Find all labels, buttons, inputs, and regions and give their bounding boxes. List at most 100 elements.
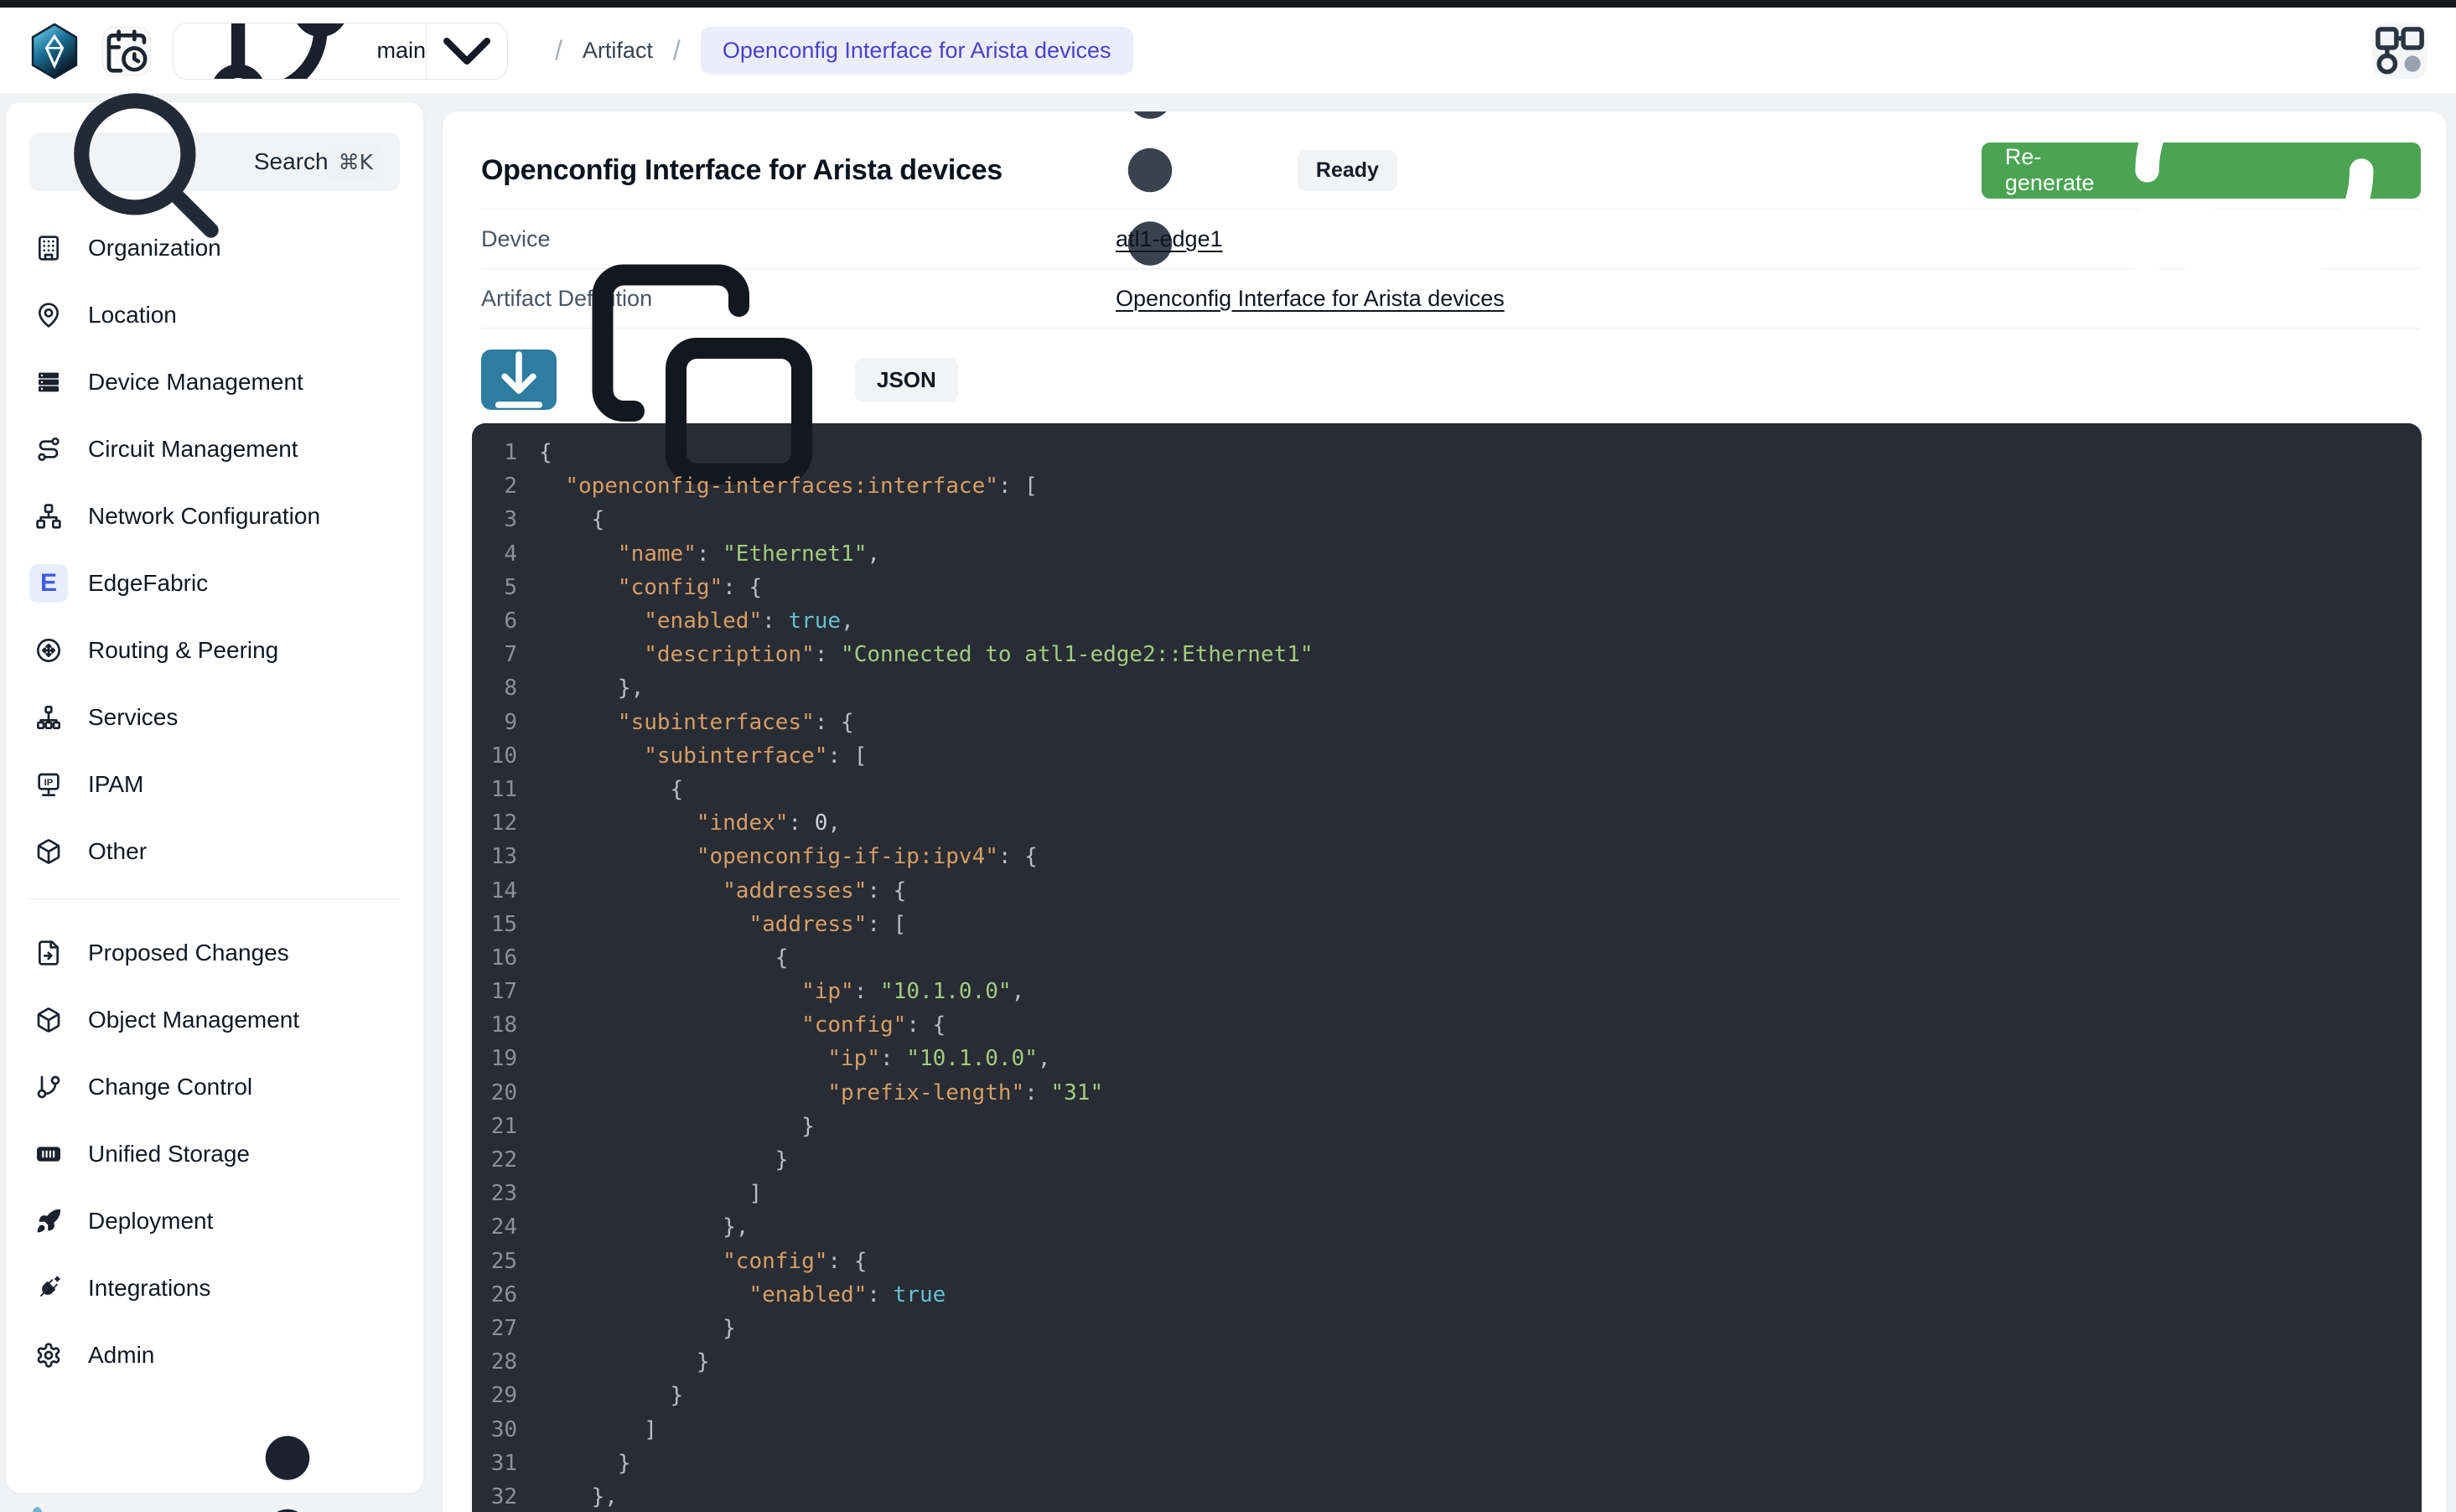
- sidebar-item-unified-storage[interactable]: Unified Storage: [19, 1121, 410, 1188]
- chevron-down-icon: [427, 23, 507, 80]
- title-kebab-button[interactable]: [1024, 111, 1276, 296]
- field-value-link[interactable]: atl1-edge1: [1116, 226, 1223, 252]
- code-text: "enabled": true,: [539, 608, 854, 634]
- breadcrumb-item-artifact[interactable]: Artifact: [583, 38, 653, 64]
- code-line: 3 {: [472, 503, 2422, 536]
- sidebar-item-label: Network Configuration: [88, 503, 320, 530]
- line-number: 25: [472, 1249, 539, 1274]
- server-icon: [29, 363, 68, 401]
- avatar: A: [29, 1507, 45, 1512]
- breadcrumb-item-current[interactable]: Openconfig Interface for Arista devices: [701, 27, 1133, 75]
- regenerate-button[interactable]: Re-generate: [1982, 142, 2421, 199]
- code-line: 8 },: [472, 671, 2422, 705]
- sidebar-item-services[interactable]: Services: [19, 684, 410, 751]
- code-line: 12 "index": 0,: [472, 806, 2422, 840]
- code-line: 22 }: [472, 1143, 2422, 1177]
- code-line: 9 "subinterfaces": {: [472, 706, 2422, 739]
- code-line: 29 }: [472, 1379, 2422, 1412]
- code-text: "address": [: [539, 912, 906, 937]
- sidebar-item-label: Location: [88, 302, 177, 329]
- box-icon: [29, 832, 68, 871]
- field-value-link[interactable]: Openconfig Interface for Arista devices: [1116, 286, 1505, 312]
- line-number: 18: [472, 1012, 539, 1038]
- sidebar-item-device-management[interactable]: Device Management: [19, 349, 410, 416]
- sidebar-item-edgefabric[interactable]: EEdgeFabric: [19, 550, 410, 617]
- line-number: 29: [472, 1383, 539, 1408]
- sidebar-item-change-control[interactable]: Change Control: [19, 1054, 410, 1121]
- code-line: 31 }: [472, 1447, 2422, 1480]
- line-number: 23: [472, 1181, 539, 1206]
- window-top-strip: [0, 0, 2456, 8]
- code-line: 23 ]: [472, 1177, 2422, 1210]
- refresh-icon: [2111, 111, 2397, 313]
- code-line: 4 "name": "Ethernet1",: [472, 537, 2422, 571]
- code-text: {: [539, 440, 552, 465]
- format-badge: JSON: [855, 358, 958, 402]
- code-text: {: [539, 507, 604, 532]
- sidebar-item-proposed-changes[interactable]: Proposed Changes: [19, 919, 410, 986]
- search-placeholder: Search: [254, 148, 329, 175]
- line-number: 16: [472, 945, 539, 971]
- sidebar-item-integrations[interactable]: Integrations: [19, 1255, 410, 1322]
- code-text: {: [539, 945, 788, 971]
- line-number: 8: [472, 676, 539, 701]
- route-icon: [29, 430, 68, 469]
- line-number: 13: [472, 844, 539, 869]
- download-button[interactable]: [481, 350, 557, 410]
- plug-icon: [29, 1269, 68, 1307]
- sidebar-item-routing-peering[interactable]: Routing & Peering: [19, 617, 410, 684]
- sidebar-item-deployment[interactable]: Deployment: [19, 1188, 410, 1255]
- sidebar-item-admin[interactable]: Admin: [19, 1322, 410, 1389]
- sidebar-item-label: Routing & Peering: [88, 637, 278, 664]
- sidebar-item-label: Deployment: [88, 1208, 213, 1235]
- code-line: 18 "config": {: [472, 1008, 2422, 1042]
- code-text: "index": 0,: [539, 810, 841, 836]
- sidebar-item-network-configuration[interactable]: Network Configuration: [19, 483, 410, 550]
- sidebar-item-location[interactable]: Location: [19, 282, 410, 349]
- sidebar-nav-primary: Organization Location Device Management Cir…: [6, 208, 423, 885]
- line-number: 22: [472, 1147, 539, 1173]
- router-icon: [29, 631, 68, 670]
- calendar-button[interactable]: [102, 27, 151, 75]
- download-icon: [481, 342, 557, 417]
- copy-button[interactable]: [582, 254, 833, 505]
- branch-label: main: [376, 38, 426, 64]
- artifact-toolbar: JSON: [481, 350, 2421, 410]
- line-number: 12: [472, 810, 539, 836]
- line-number: 21: [472, 1114, 539, 1139]
- page-title: Openconfig Interface for Arista devices: [481, 154, 1003, 187]
- topbar: main / Artifact / Openconfig Interface f…: [0, 8, 2456, 95]
- regenerate-button-label: Re-generate: [2005, 144, 2096, 196]
- code-viewer[interactable]: 1{2 "openconfig-interfaces:interface": […: [472, 423, 2422, 1512]
- git-branch-icon: [29, 1068, 68, 1106]
- sidebar-item-organization[interactable]: Organization: [19, 215, 410, 282]
- sidebar-item-label: Unified Storage: [88, 1141, 250, 1168]
- sidebar-item-other[interactable]: Other: [19, 818, 410, 885]
- code-line: 17 "ip": "10.1.0.0",: [472, 975, 2422, 1008]
- branch-dropdown-toggle[interactable]: [427, 23, 507, 79]
- code-text: "ip": "10.1.0.0",: [539, 979, 1024, 1004]
- user-kebab-button[interactable]: [162, 1406, 413, 1512]
- code-text: "enabled": true: [539, 1282, 946, 1307]
- sidebar-item-object-management[interactable]: Object Management: [19, 986, 410, 1054]
- line-number: 15: [472, 912, 539, 937]
- sidebar-item-ipam[interactable]: IPIPAM: [19, 751, 410, 818]
- code-text: "addresses": {: [539, 878, 906, 904]
- sidebar-item-label: Device Management: [88, 369, 303, 396]
- code-text: "subinterface": [: [539, 743, 867, 769]
- sidebar: Search ⌘K Organization Location Device Man…: [5, 101, 424, 1494]
- code-line: 14 "addresses": {: [472, 873, 2422, 907]
- user-menu[interactable]: A Admin: [6, 1389, 423, 1512]
- code-text: },: [539, 1214, 749, 1240]
- code-text: }: [539, 1316, 736, 1341]
- search-input[interactable]: Search ⌘K: [29, 132, 400, 191]
- code-text: "config": {: [539, 575, 762, 600]
- sidebar-item-label: Other: [88, 838, 147, 865]
- sidebar-divider: [29, 898, 400, 899]
- topology-menu-button[interactable]: [2372, 23, 2428, 79]
- sidebar-item-label: Organization: [88, 235, 221, 261]
- line-number: 31: [472, 1451, 539, 1476]
- line-number: 3: [472, 507, 539, 532]
- sidebar-item-circuit-management[interactable]: Circuit Management: [19, 416, 410, 483]
- code-text: },: [539, 676, 644, 701]
